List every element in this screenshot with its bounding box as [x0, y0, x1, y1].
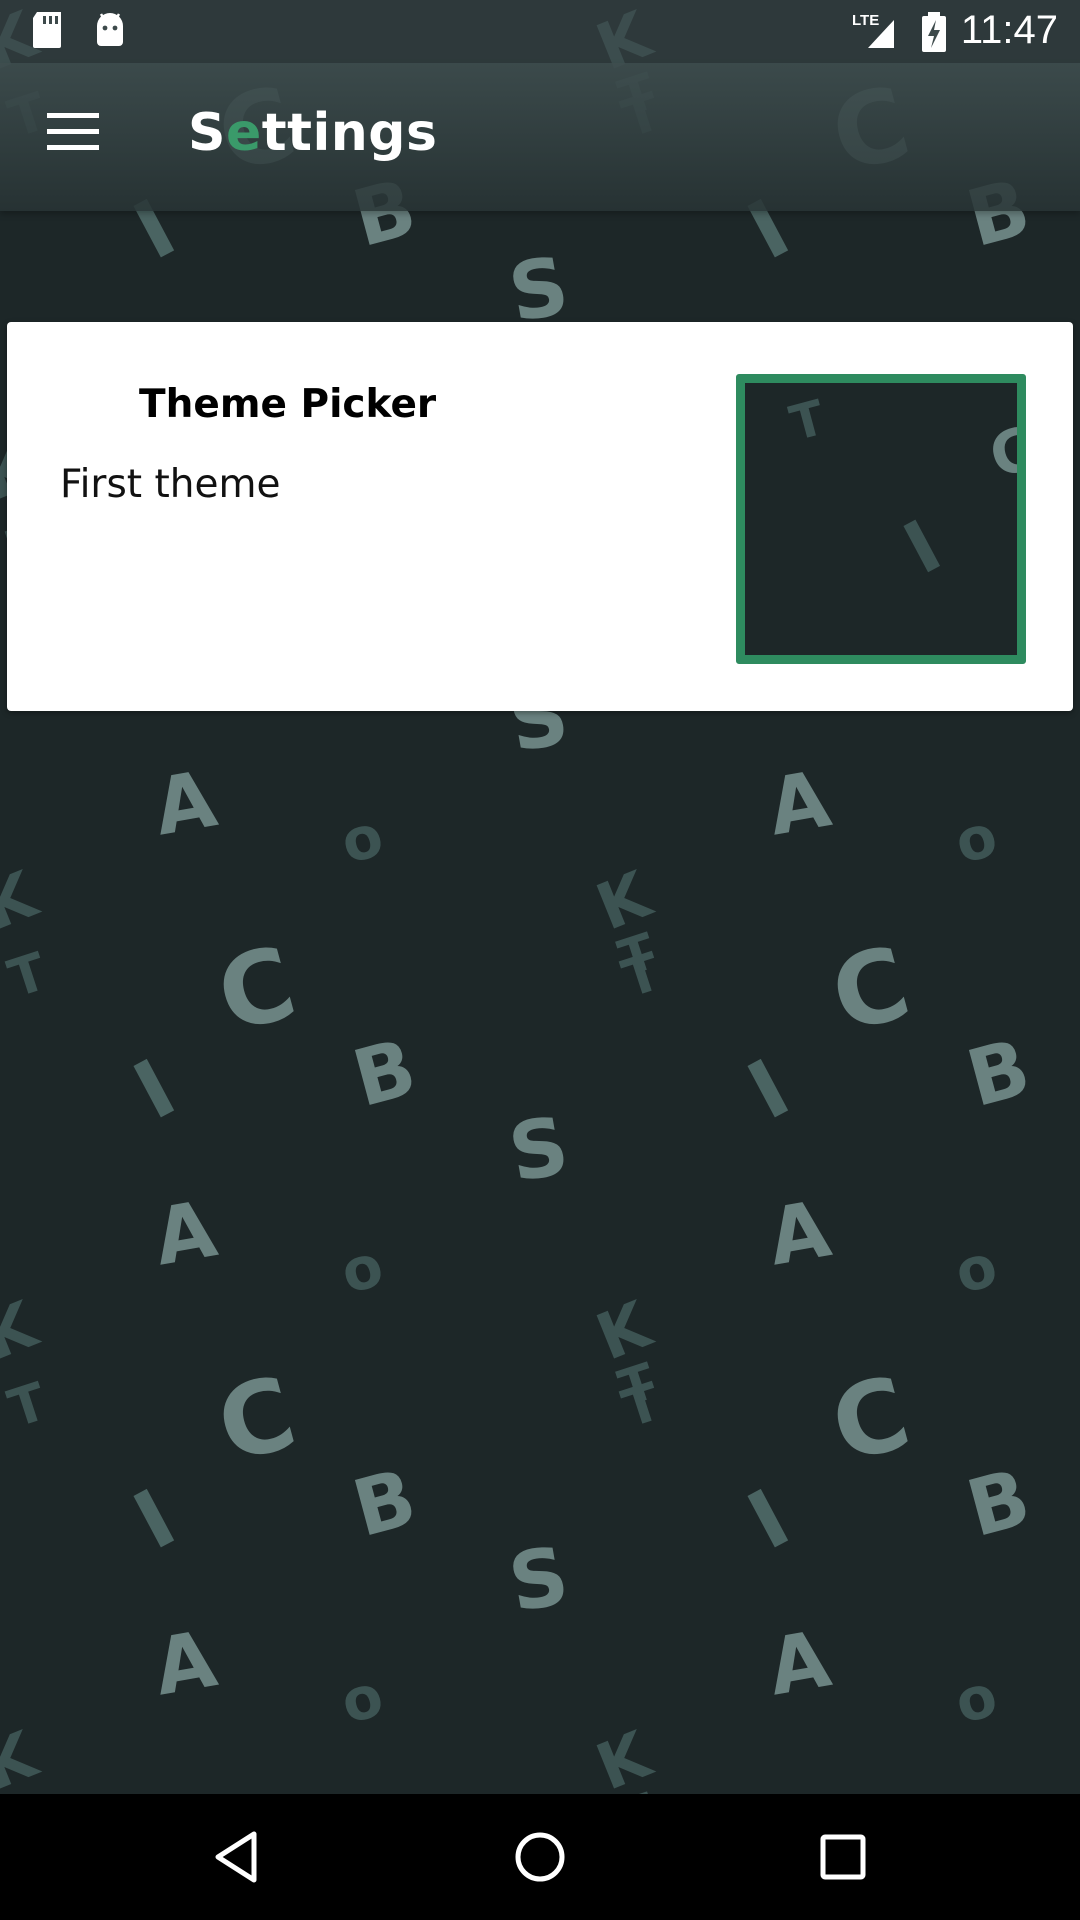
recents-icon [820, 1834, 866, 1880]
pattern-letter: A [147, 1184, 223, 1284]
title-accent-letter: e [225, 103, 262, 163]
pattern-letter: T [611, 922, 663, 988]
pattern-letter: B [344, 1452, 426, 1556]
page-title: Settings [188, 103, 437, 163]
pattern-letter: A [761, 1184, 837, 1284]
pattern-letter: o [947, 1661, 1004, 1737]
recents-button[interactable] [803, 1822, 883, 1892]
preview-pattern-letter: C [982, 413, 1026, 493]
pattern-letter: B [958, 1452, 1040, 1556]
home-button[interactable] [500, 1822, 580, 1892]
lte-signal-icon: LTE [852, 10, 900, 54]
pattern-letter: o [947, 1231, 1004, 1307]
pattern-letter: B [344, 1022, 426, 1126]
pattern-letter: I [733, 1041, 804, 1138]
back-button[interactable] [196, 1822, 276, 1892]
pattern-letter: C [205, 923, 308, 1056]
navigation-bar [0, 1794, 1080, 1920]
pattern-letter: A [761, 754, 837, 854]
pattern-letter: I [119, 1471, 190, 1568]
home-icon [515, 1832, 565, 1882]
pattern-letter: A [761, 1614, 837, 1714]
pattern-letter: S [502, 1528, 576, 1631]
pattern-letter: B [958, 1022, 1040, 1126]
pattern-letter: K [0, 858, 47, 946]
pattern-letter: A [147, 1614, 223, 1714]
battery-charging-icon [920, 12, 948, 56]
pattern-letter: K [0, 1288, 47, 1376]
pattern-letter: o [333, 1231, 390, 1307]
status-time: 11:47 [960, 8, 1058, 52]
pattern-letter: T [1, 941, 54, 1011]
pattern-letter: T [611, 1352, 663, 1418]
app-bar: Settings [0, 63, 1080, 211]
pattern-letter: K [586, 1718, 661, 1794]
pattern-letter: C [205, 1353, 308, 1486]
preview-pattern-letter: T [784, 389, 831, 453]
current-theme-label: First theme [60, 462, 281, 507]
android-icon [94, 12, 126, 50]
preview-pattern-letter: I [890, 503, 954, 591]
pattern-letter: o [333, 1661, 390, 1737]
pattern-letter: K [0, 1718, 47, 1794]
network-label: LTE [852, 12, 879, 29]
title-first-letter: S [188, 103, 226, 163]
hamburger-menu-icon [47, 113, 99, 150]
menu-button[interactable] [34, 103, 112, 161]
title-rest: ttings [261, 103, 438, 163]
sd-card-icon [31, 12, 63, 52]
pattern-letter: C [819, 923, 922, 1056]
pattern-letter: o [947, 801, 1004, 877]
theme-preview-swatch[interactable]: T I C [736, 374, 1026, 664]
background-letter-pattern: AoKTAoKTCTIBSAoKTCIBAoKTCTIBSAoKTCIBAoKT… [0, 0, 1080, 1794]
status-bar: LTE 11:47 [0, 0, 1080, 63]
pattern-letter: T [1, 1371, 54, 1441]
pattern-letter: I [119, 1041, 190, 1138]
pattern-letter: o [333, 801, 390, 877]
pattern-letter: S [502, 1098, 576, 1201]
back-icon [215, 1831, 257, 1883]
card-title: Theme Picker [139, 382, 437, 427]
theme-picker-card[interactable]: Theme Picker First theme T I C [7, 322, 1073, 711]
pattern-letter: I [733, 1471, 804, 1568]
pattern-letter: A [147, 754, 223, 854]
pattern-letter: C [819, 1353, 922, 1486]
